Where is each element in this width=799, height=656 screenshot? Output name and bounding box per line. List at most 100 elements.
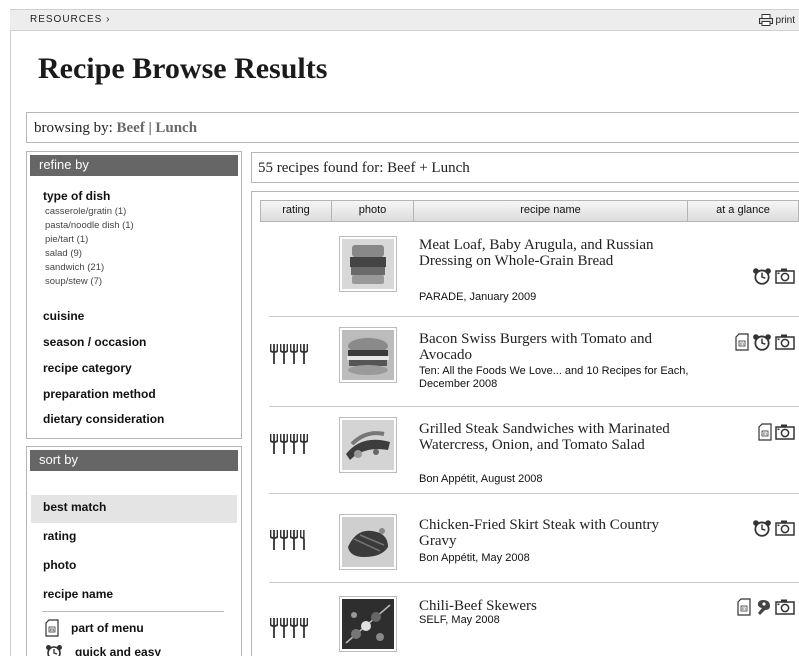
fork-icon xyxy=(300,344,308,364)
sort-header: sort by xyxy=(30,450,238,471)
refine-header: refine by xyxy=(30,155,238,176)
fork-icon xyxy=(300,434,308,454)
svg-text:m: m xyxy=(50,627,54,632)
breadcrumb[interactable]: RESOURCES › xyxy=(30,14,110,25)
top-bar: RESOURCES › print xyxy=(10,9,799,31)
print-label: print xyxy=(775,14,795,26)
refine-recipe-category[interactable]: recipe category xyxy=(43,361,132,375)
fork-icon xyxy=(270,530,278,550)
at-a-glance-icons: m xyxy=(758,423,795,441)
beef-skewers-image xyxy=(342,599,394,649)
fork-icon xyxy=(270,618,278,638)
sort-recipe-name[interactable]: recipe name xyxy=(31,582,237,610)
meatloaf-image xyxy=(342,239,394,289)
browsing-bar: browsing by: Beef | Lunch xyxy=(26,112,799,143)
at-a-glance-icons xyxy=(752,267,795,285)
column-recipe-name[interactable]: recipe name xyxy=(414,201,688,221)
fork-icon xyxy=(280,344,288,364)
browsing-label: browsing by: xyxy=(34,120,113,136)
fork-icon xyxy=(280,530,288,550)
column-photo[interactable]: photo xyxy=(332,201,414,221)
recipe-photo[interactable] xyxy=(339,417,397,473)
column-rating[interactable]: rating xyxy=(261,201,332,221)
rating-forks xyxy=(270,434,308,454)
quick-and-easy-icon xyxy=(753,520,771,537)
at-a-glance-icons: m xyxy=(735,333,795,351)
fork-icon xyxy=(300,618,308,638)
quick-and-easy-icon xyxy=(753,334,771,351)
svg-text:m: m xyxy=(742,606,746,611)
table-header: rating photo recipe name at a glance xyxy=(260,200,799,222)
part-of-menu-icon: m xyxy=(735,333,749,351)
burger-image xyxy=(342,330,394,380)
refine-type-of-dish[interactable]: type of dish xyxy=(43,189,110,203)
refine-season-occasion[interactable]: season / occasion xyxy=(43,335,146,349)
refine-panel: refine by type of dish casserole/gratin … xyxy=(26,151,242,439)
fork-icon xyxy=(290,618,298,638)
part-of-menu-icon: m xyxy=(45,619,59,637)
fork-icon xyxy=(290,434,298,454)
legend-part-of-menu: m part of menu xyxy=(45,619,144,637)
recipe-name-link[interactable]: Chili-Beef Skewers xyxy=(419,598,689,614)
browse-term-beef[interactable]: Beef xyxy=(117,120,145,136)
sort-photo[interactable]: photo xyxy=(31,553,237,581)
printer-icon xyxy=(758,14,773,26)
rating-forks xyxy=(270,344,308,364)
legend-quick-and-easy: quick and easy xyxy=(45,644,161,656)
fork-icon xyxy=(280,618,288,638)
refine-dish-casserole[interactable]: casserole/gratin (1) xyxy=(45,206,126,217)
frame-border xyxy=(10,31,11,656)
svg-text:m: m xyxy=(763,431,767,436)
part-of-menu-icon: m xyxy=(758,423,772,441)
recipe-source: SELF, May 2008 xyxy=(419,614,500,626)
browse-term-lunch[interactable]: Lunch xyxy=(155,120,197,136)
fork-icon xyxy=(290,530,298,550)
at-a-glance-icons xyxy=(752,519,795,537)
photo-icon xyxy=(775,520,795,536)
quick-and-easy-icon xyxy=(46,645,62,656)
recipe-name-link[interactable]: Bacon Swiss Burgers with Tomato and Avoc… xyxy=(419,331,689,363)
recipe-name-link[interactable]: Meat Loaf, Baby Arugula, and Russian Dre… xyxy=(419,237,689,269)
legend-quick-and-easy-label: quick and easy xyxy=(75,645,162,656)
refine-preparation-method[interactable]: preparation method xyxy=(43,387,156,401)
rating-forks xyxy=(270,618,308,638)
steak-sandwich-image xyxy=(342,420,394,470)
svg-text:m: m xyxy=(740,341,744,346)
results-count-bar: 55 recipes found for: Beef + Lunch xyxy=(251,152,799,183)
recipe-source: Bon Appétit, May 2008 xyxy=(419,552,530,564)
recipe-photo[interactable] xyxy=(339,236,397,292)
results-table: rating photo recipe name at a glance Mea… xyxy=(251,191,799,656)
column-at-a-glance[interactable]: at a glance xyxy=(688,201,798,221)
row-divider xyxy=(269,316,799,317)
photo-icon xyxy=(775,599,795,615)
sort-panel: sort by best match rating photo recipe n… xyxy=(26,446,242,656)
photo-icon xyxy=(775,424,795,440)
sort-best-match[interactable]: best match xyxy=(31,495,237,523)
sort-rating[interactable]: rating xyxy=(31,524,237,552)
skirt-steak-image xyxy=(342,517,394,567)
refine-cuisine[interactable]: cuisine xyxy=(43,309,84,323)
part-of-menu-icon: m xyxy=(737,598,751,616)
refine-dish-salad[interactable]: salad (9) xyxy=(45,248,82,259)
page-title: Recipe Browse Results xyxy=(38,52,328,85)
fork-half-icon xyxy=(300,530,308,550)
at-a-glance-icons: m xyxy=(737,598,795,616)
browse-divider: | xyxy=(148,120,152,136)
recipe-photo[interactable] xyxy=(339,327,397,383)
refine-dish-pasta[interactable]: pasta/noodle dish (1) xyxy=(45,220,134,231)
refine-dish-sandwich[interactable]: sandwich (21) xyxy=(45,262,104,273)
print-link[interactable]: print xyxy=(758,14,795,26)
row-divider xyxy=(269,406,799,407)
recipe-name-link[interactable]: Grilled Steak Sandwiches with Marinated … xyxy=(419,421,689,453)
refine-dietary-consideration[interactable]: dietary consideration xyxy=(43,412,164,426)
recipe-source: Bon Appétit, August 2008 xyxy=(419,473,543,485)
refine-dish-soup[interactable]: soup/stew (7) xyxy=(45,276,102,287)
refine-dish-pie[interactable]: pie/tart (1) xyxy=(45,234,88,245)
recipe-photo[interactable] xyxy=(339,596,397,652)
recipe-photo[interactable] xyxy=(339,514,397,570)
row-divider xyxy=(269,582,799,583)
fork-icon xyxy=(280,434,288,454)
recipe-name-link[interactable]: Chicken-Fried Skirt Steak with Country G… xyxy=(419,517,689,549)
recipe-source: PARADE, January 2009 xyxy=(419,291,537,303)
rating-forks xyxy=(270,530,308,550)
